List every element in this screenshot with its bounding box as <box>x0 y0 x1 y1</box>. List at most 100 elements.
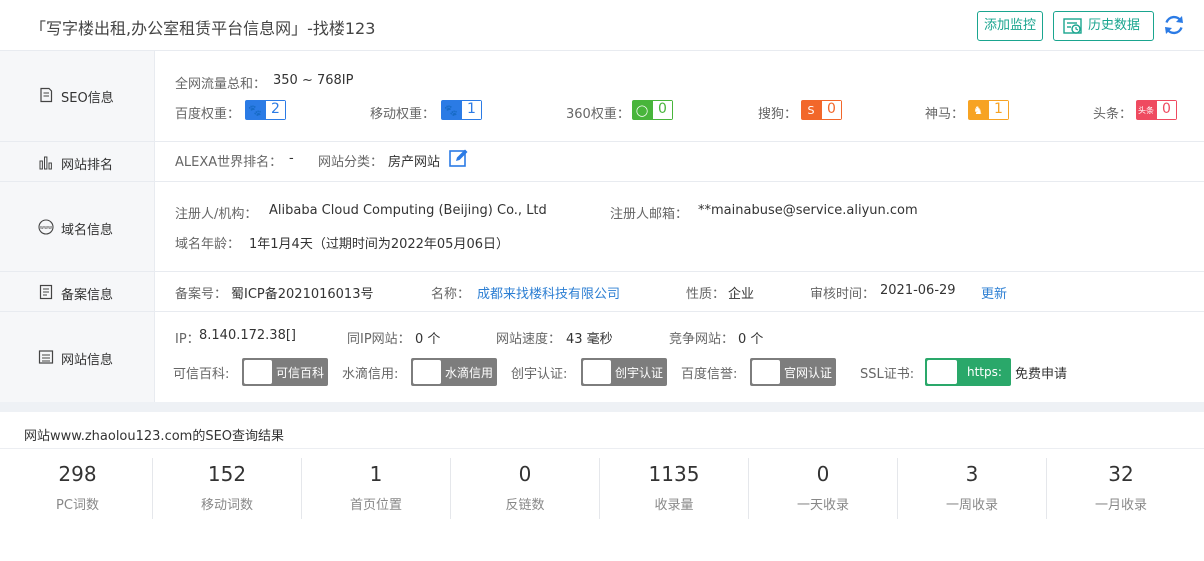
audit-time-label: 审核时间： <box>810 287 876 302</box>
shenma-badge[interactable]: ♞ 1 <box>968 100 1009 120</box>
history-icon <box>1063 18 1082 34</box>
seo-info-row: SEO信息 全网流量总和： 350 ~ 768IP <box>0 51 1204 142</box>
baidu-credit-label: 百度信誉: <box>681 367 738 382</box>
edit-icon[interactable] <box>449 148 469 168</box>
seo-info-title: SEO信息 <box>61 91 114 106</box>
stat-home-position[interactable]: 1 首页位置 <box>301 458 450 519</box>
company-name-link[interactable]: 成都来找楼科技有限公司 <box>477 283 620 302</box>
360-weight-label: 360权重： <box>566 107 630 122</box>
kexin-badge-text: 可信百科 <box>276 365 325 380</box>
history-data-label: 历史数据 <box>1088 18 1141 33</box>
toutiao-badge[interactable]: 头条 0 <box>1136 100 1177 120</box>
baidu-credit-badge[interactable]: 官网认证 <box>750 358 836 386</box>
stat-value: 152 <box>207 462 247 486</box>
speed-label: 网站速度： <box>496 332 562 347</box>
water-drop-icon <box>413 360 441 384</box>
stat-indexed[interactable]: 1135 收录量 <box>599 458 748 519</box>
stat-day-indexed[interactable]: 0 一天收录 <box>748 458 897 519</box>
stat-value: 0 <box>816 462 830 486</box>
rank-row: 网站排名 ALEXA世界排名： - 网站分类： 房产网站 <box>0 142 1204 182</box>
stat-value: 1 <box>369 462 383 486</box>
site-info-panel: 「写字楼出租,办公室租赁平台信息网」-找楼123 添加监控 历史数据 SEO信息… <box>0 0 1204 402</box>
sogou-badge[interactable]: S0 <box>801 100 842 120</box>
stat-backlinks[interactable]: 0 反链数 <box>450 458 599 519</box>
document-icon <box>40 87 53 103</box>
stat-week-indexed[interactable]: 3 一周收录 <box>897 458 1046 519</box>
list-icon <box>38 350 54 364</box>
baidu-credit-badge-text: 官网认证 <box>784 365 833 380</box>
ip-label: IP： <box>175 332 200 347</box>
v-shield-icon <box>583 360 611 384</box>
baidu-weight-badge[interactable]: 🐾 2 <box>245 100 286 120</box>
email-label: 注册人邮箱： <box>610 207 689 222</box>
same-ip-label: 同IP网站： <box>347 332 411 347</box>
svg-text:www: www <box>40 225 52 231</box>
kexin-label: 可信百科: <box>173 367 230 382</box>
icp-no-label: 备案号： <box>175 287 228 302</box>
stat-label: 一天收录 <box>796 498 849 513</box>
sogou-icon: S <box>807 103 815 117</box>
domain-title: 域名信息 <box>61 223 114 238</box>
stat-month-indexed[interactable]: 32 一月收录 <box>1046 458 1195 519</box>
same-ip-value: 0 个 <box>415 332 441 347</box>
divider <box>0 448 1204 449</box>
toutiao-label: 头条： <box>1093 107 1133 122</box>
nature-value: 企业 <box>728 287 755 302</box>
stat-value: 298 <box>58 462 97 486</box>
circle-icon: ◯ <box>635 103 649 117</box>
seo-result-panel: 网站www.zhaolou123.com的SEO查询结果 298 PC词数 15… <box>0 412 1204 561</box>
bar-chart-icon <box>39 156 52 170</box>
seo-result-title: 网站www.zhaolou123.com的SEO查询结果 <box>24 429 285 444</box>
icp-row: 备案信息 备案号： 蜀ICP备2021016013号 名称： 成都来找楼科技有限… <box>0 272 1204 312</box>
www-icon: www <box>38 219 54 235</box>
speed-value: 43 毫秒 <box>566 332 613 347</box>
ip-value: 8.140.172.38[] <box>199 328 296 343</box>
record-icon <box>39 284 53 300</box>
add-monitor-button[interactable]: 添加监控 <box>977 11 1043 41</box>
site-info-title: 网站信息 <box>61 353 114 368</box>
360-weight-value: 0 <box>653 101 672 119</box>
rank-title: 网站排名 <box>61 158 114 173</box>
stat-label: 首页位置 <box>349 498 402 513</box>
email-value: **mainabuse@service.aliyun.com <box>698 203 918 218</box>
refresh-icon[interactable] <box>1162 13 1186 37</box>
registrant-label: 注册人/机构： <box>175 207 258 222</box>
paw-icon <box>752 360 780 384</box>
traffic-value: 350 ~ 768IP <box>273 73 354 88</box>
rank-label-cell: 网站排名 <box>0 142 155 181</box>
title-bar: 「写字楼出租,办公室租赁平台信息网」-找楼123 添加监控 历史数据 <box>0 0 1204 51</box>
history-data-button[interactable]: 历史数据 <box>1053 11 1154 41</box>
ssl-badge[interactable]: https: <box>925 358 1011 386</box>
stat-mobile-words[interactable]: 152 移动词数 <box>152 458 301 519</box>
chuangyu-badge[interactable]: 创宇认证 <box>581 358 667 386</box>
stat-value: 1135 <box>648 462 700 486</box>
shenma-icon: ♞ <box>973 103 983 117</box>
domain-age-value: 1年1月4天（过期时间为2022年05月06日） <box>249 237 509 252</box>
registrant-value: Alibaba Cloud Computing (Beijing) Co., L… <box>269 203 547 218</box>
icp-no-value: 蜀ICP备2021016013号 <box>231 287 374 302</box>
stat-label: 反链数 <box>505 498 545 513</box>
stat-value: 3 <box>965 462 979 486</box>
stat-label: PC词数 <box>56 498 99 513</box>
category-value: 房产网站 <box>388 155 441 170</box>
360-weight-badge[interactable]: ◯ 0 <box>632 100 673 120</box>
mobile-weight-badge[interactable]: 🐾 1 <box>441 100 482 120</box>
update-link[interactable]: 更新 <box>981 283 1007 302</box>
stat-value: 0 <box>518 462 532 486</box>
domain-label-cell: www 域名信息 <box>0 182 155 271</box>
domain-age-label: 域名年龄： <box>175 237 241 252</box>
paw-icon: 🐾 <box>248 103 262 117</box>
shenma-value: 1 <box>989 101 1008 119</box>
shuidi-badge[interactable]: 水滴信用 <box>411 358 497 386</box>
stat-pc-words[interactable]: 298 PC词数 <box>3 458 152 519</box>
mobile-weight-label: 移动权重： <box>370 107 436 122</box>
nature-label: 性质： <box>686 287 726 302</box>
site-title: 「写字楼出租,办公室租赁平台信息网」-找楼123 <box>30 19 376 38</box>
kexin-badge[interactable]: 可信百科 <box>242 358 328 386</box>
stat-label: 移动词数 <box>200 498 253 513</box>
ssl-apply-link[interactable]: 免费申请 <box>1015 363 1067 382</box>
icp-label-cell: 备案信息 <box>0 272 155 311</box>
toutiao-value: 0 <box>1157 101 1176 119</box>
domain-row: www 域名信息 注册人/机构： Alibaba Cloud Computing… <box>0 182 1204 272</box>
alexa-label: ALEXA世界排名： <box>175 155 283 170</box>
